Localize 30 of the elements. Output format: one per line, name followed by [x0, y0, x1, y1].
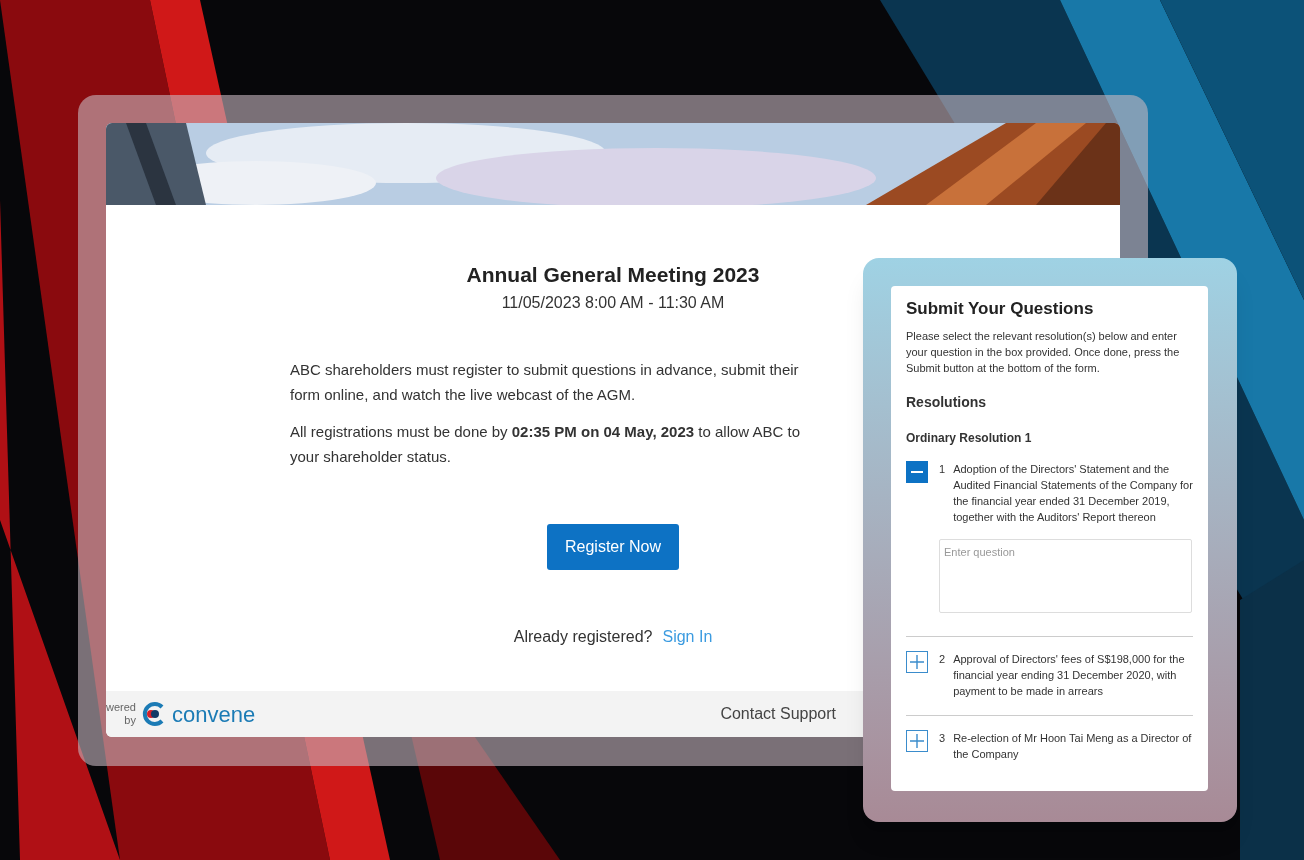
group-heading: Ordinary Resolution 1: [906, 429, 1033, 447]
contact-support-link[interactable]: Contact Support: [720, 702, 836, 726]
brand-name: convene: [171, 700, 256, 729]
section-heading: Resolutions: [906, 392, 988, 412]
paragraph-line: your shareholder status.: [290, 447, 452, 467]
paragraph-line: All registrations must be done by 02:35 PM on 04 May, 2023 to allow ABC to: [290, 421, 800, 442]
panel-title: Submit Your Questions: [906, 298, 1095, 320]
already-registered-text: Already registered?: [513, 626, 653, 647]
powered-by-text: by: [124, 714, 136, 727]
register-button[interactable]: Register Now: [547, 523, 679, 570]
resolution-text: Adoption of the Directors' Statement and the Audited Financial Statements of the Company for the financial year ended 31 December 2019, together with the Auditors' Report thereon: [953, 461, 1193, 525]
expand-button[interactable]: [906, 650, 928, 673]
expand-button[interactable]: [906, 729, 928, 752]
plus-icon: [910, 733, 924, 748]
sign-in-link[interactable]: Sign In: [662, 624, 713, 649]
resolution-number: 2: [939, 651, 946, 667]
minus-icon: [911, 470, 923, 473]
resolution-number: 1: [939, 461, 946, 477]
resolution-text: Re-election of Mr Hoon Tai Meng as a Director of the Company: [953, 730, 1193, 762]
paragraph-line: ABC shareholders must register to submit questions in advance, submit their: [290, 359, 800, 380]
question-field[interactable]: Enter question: [939, 538, 1192, 613]
meeting-datetime: 11/05/2023 8:00 AM - 11:30 AM: [501, 292, 725, 313]
collapse-button[interactable]: [906, 460, 928, 483]
powered-by-text: wered: [106, 701, 136, 714]
paragraph-line: form online, and watch the live webcast of the AGM.: [290, 385, 637, 405]
plus-icon: [910, 654, 924, 669]
resolution-text: Approval of Directors' fees of S$198,000 for the financial year ending 31 December 2020, with payment to be made in arrears: [953, 651, 1186, 699]
resolution-number: 3: [939, 730, 946, 746]
meeting-title: Annual General Meeting 2023: [466, 262, 760, 288]
panel-intro: Please select the relevant resolution(s) below and enter your question in the box provided. Once done, press the Submit button at the bottom of the form.: [906, 328, 1181, 376]
